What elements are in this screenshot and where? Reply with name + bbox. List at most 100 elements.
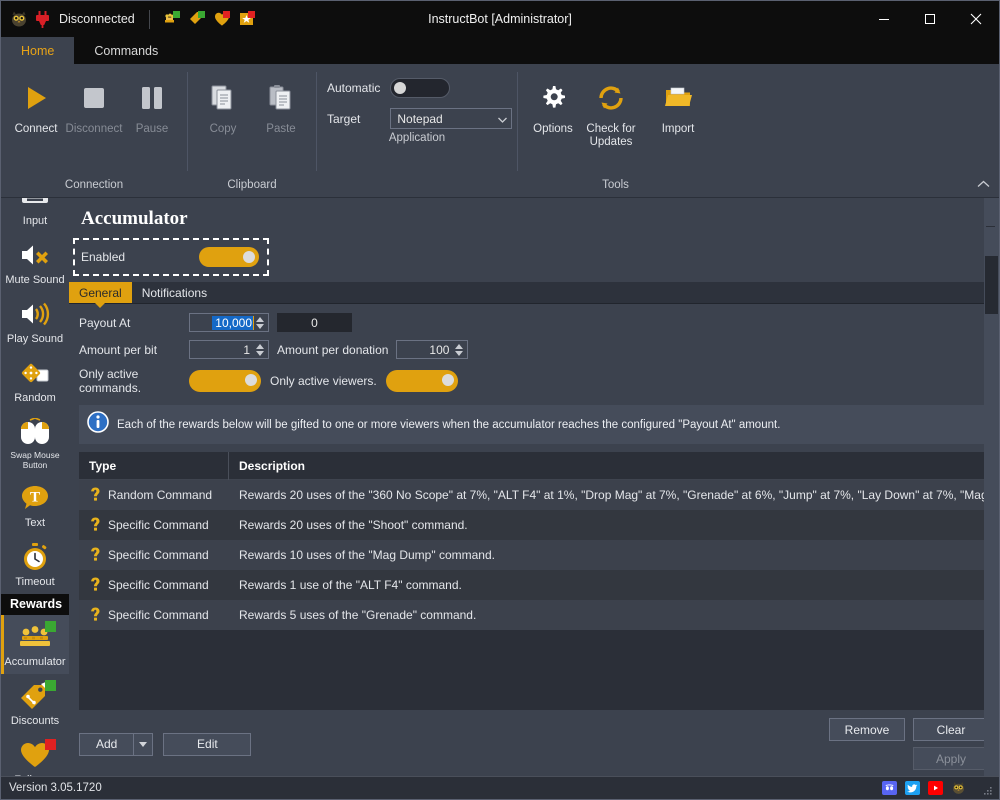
payout-at-row: Payout At 10,000 0 — [79, 313, 999, 332]
remove-button[interactable]: Remove — [829, 718, 905, 741]
sidebar-item-random[interactable]: Random — [1, 351, 69, 410]
connect-button[interactable]: Connect — [7, 72, 65, 136]
clear-button[interactable]: Clear — [913, 718, 989, 741]
collapse-ribbon-icon[interactable] — [977, 175, 990, 193]
sidebar-item-accumulator[interactable]: Accumulator — [1, 615, 69, 674]
row-type-cell: Specific Command — [79, 517, 229, 534]
tab-notifications[interactable]: Notifications — [132, 282, 217, 303]
amount-per-bit-stepper[interactable] — [254, 341, 268, 358]
copy-button[interactable]: Copy — [194, 72, 252, 136]
maximize-button[interactable] — [907, 1, 953, 37]
status-badge — [45, 680, 56, 691]
random-command-icon — [89, 487, 102, 504]
target-select-value: Notepad — [397, 111, 443, 126]
discounts-quick-icon[interactable] — [189, 11, 205, 27]
table-header: Type Description — [79, 452, 989, 480]
scrollbar-tick — [986, 226, 995, 227]
group-label-tools: Tools — [602, 179, 629, 191]
table-row[interactable]: Specific Command Rewards 5 uses of the "… — [79, 600, 989, 630]
column-header-type[interactable]: Type — [79, 452, 229, 480]
only-active-commands-label: Only active commands. — [79, 367, 142, 395]
svg-text:T: T — [30, 490, 40, 506]
amount-per-donation-input[interactable]: 100 — [396, 340, 469, 359]
enabled-toggle[interactable] — [199, 247, 259, 267]
owl-logo-icon[interactable] — [951, 781, 966, 795]
sidebar-scroll-container: Input Mute Sound Play Sound Random Swap … — [1, 198, 69, 776]
sidebar-item-follower[interactable]: Follower — [1, 733, 69, 776]
paste-button[interactable]: Paste — [252, 72, 310, 136]
owl-logo-icon — [10, 10, 28, 28]
tab-commands[interactable]: Commands — [74, 37, 178, 64]
group-label-connection: Connection — [64, 179, 124, 191]
table-row[interactable]: Specific Command Rewards 10 uses of the … — [79, 540, 989, 570]
amount-per-bit-input[interactable]: 1 — [189, 340, 269, 359]
disconnect-button[interactable]: Disconnect — [65, 72, 123, 136]
payout-at-input[interactable]: 10,000 — [189, 313, 269, 332]
pause-button[interactable]: Pause — [123, 72, 181, 136]
edit-button[interactable]: Edit — [163, 732, 252, 756]
payout-at-stepper[interactable] — [254, 314, 268, 331]
only-active-viewers-toggle[interactable] — [385, 370, 458, 392]
table-row[interactable]: Specific Command Rewards 1 use of the "A… — [79, 570, 989, 600]
amount-per-bit-label: Amount per bit — [79, 342, 158, 357]
tab-home[interactable]: Home — [1, 37, 75, 64]
add-dropdown-button[interactable] — [133, 732, 154, 756]
sidebar-item-discounts[interactable]: Discounts — [1, 674, 69, 733]
sidebar-item-text[interactable]: T Text — [1, 476, 69, 535]
close-button[interactable] — [953, 1, 999, 37]
row-type-label: Specific Command — [108, 518, 209, 532]
twitter-icon[interactable] — [905, 781, 920, 795]
status-badge — [45, 621, 56, 632]
footer-actions: Add Edit Remove Clear Apply — [69, 710, 999, 776]
payout-at-current-value: 0 — [277, 313, 352, 332]
apply-button[interactable]: Apply — [913, 747, 989, 770]
enabled-row: Enabled — [73, 238, 269, 276]
sidebar-item-input[interactable]: Input — [1, 198, 69, 233]
titlebar-divider — [148, 9, 150, 29]
options-button[interactable]: Options — [524, 72, 582, 136]
sidebar-item-swap-mouse-button[interactable]: Swap Mouse Button — [1, 410, 69, 476]
follower-quick-icon[interactable] — [214, 11, 230, 27]
tab-general[interactable]: General — [69, 282, 132, 308]
automatic-toggle[interactable] — [390, 78, 451, 98]
sidebar-item-timeout[interactable]: Timeout — [1, 535, 69, 594]
status-badge — [45, 739, 56, 750]
ribbon-group-clipboard: Copy Paste Clipboard — [188, 64, 316, 198]
scrollbar-thumb[interactable] — [985, 256, 998, 314]
connect-label: Connect — [14, 123, 58, 135]
add-button[interactable]: Add — [79, 732, 134, 756]
amount-per-donation-label: Amount per donation — [277, 342, 389, 357]
sidebar: Input Mute Sound Play Sound Random Swap … — [1, 198, 69, 776]
youtube-icon[interactable] — [928, 781, 943, 795]
discord-icon[interactable] — [882, 781, 897, 795]
target-select[interactable]: Notepad — [390, 108, 513, 129]
page-title: Accumulator — [81, 208, 188, 229]
import-button[interactable]: Import — [649, 72, 707, 136]
only-active-viewers-label: Only active viewers. — [270, 374, 377, 388]
timeout-stopwatch-icon — [12, 540, 58, 574]
row-type-cell: Specific Command — [79, 547, 229, 564]
sidebar-item-play-sound[interactable]: Play Sound — [1, 292, 69, 351]
plug-disconnected-icon — [35, 10, 50, 28]
check-for-updates-button[interactable]: Check for Updates — [582, 72, 640, 149]
toggle-knob — [245, 374, 257, 386]
minimize-button[interactable] — [861, 1, 907, 37]
target-label: Target — [327, 111, 361, 126]
content-scrollbar[interactable] — [984, 198, 999, 776]
row-description-cell: Rewards 5 uses of the "Grenade" command. — [239, 608, 477, 622]
amount-per-donation-stepper[interactable] — [453, 341, 467, 358]
sidebar-item-label: Follower — [14, 774, 56, 776]
row-type-cell: Specific Command — [79, 607, 229, 624]
pause-icon — [137, 76, 167, 120]
chevron-down-icon — [498, 112, 508, 126]
row-type-label: Random Command — [108, 488, 213, 502]
table-row[interactable]: Random Command Rewards 20 uses of the "3… — [79, 480, 989, 510]
group-label-clipboard: Clipboard — [227, 179, 277, 191]
only-active-commands-toggle[interactable] — [189, 370, 261, 392]
table-row[interactable]: Specific Command Rewards 20 uses of the … — [79, 510, 989, 540]
resize-grip[interactable] — [982, 783, 993, 795]
sidebar-item-mute-sound[interactable]: Mute Sound — [1, 233, 69, 292]
column-header-description[interactable]: Description — [229, 459, 989, 473]
accumulator-quick-icon[interactable] — [164, 11, 180, 27]
subscriber-quick-icon[interactable] — [239, 11, 255, 27]
